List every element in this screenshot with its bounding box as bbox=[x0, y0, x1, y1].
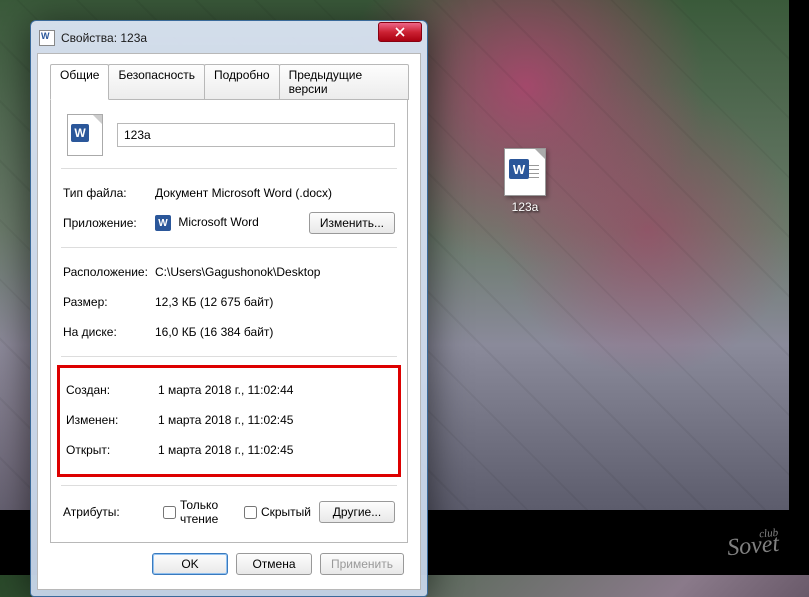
ok-button[interactable]: OK bbox=[152, 553, 228, 575]
titlebar[interactable]: Свойства: 123a bbox=[37, 27, 421, 53]
titlebar-text: Свойства: 123a bbox=[61, 31, 419, 45]
value-size-on-disk: 16,0 КБ (16 384 байт) bbox=[155, 325, 395, 339]
tab-general[interactable]: Общие bbox=[50, 64, 109, 100]
value-size: 12,3 КБ (12 675 байт) bbox=[155, 295, 395, 309]
hidden-checkbox-input[interactable] bbox=[244, 506, 257, 519]
close-icon bbox=[395, 27, 405, 37]
value-location: C:\Users\Gagushonok\Desktop bbox=[155, 265, 395, 279]
label-modified: Изменен: bbox=[66, 413, 158, 427]
cancel-button[interactable]: Отмена bbox=[236, 553, 312, 575]
label-app: Приложение: bbox=[63, 216, 155, 230]
separator bbox=[61, 168, 397, 169]
readonly-checkbox-input[interactable] bbox=[163, 506, 176, 519]
letterbox-right bbox=[789, 0, 809, 575]
separator bbox=[61, 485, 397, 486]
value-app: W Microsoft Word bbox=[155, 215, 309, 231]
value-accessed: 1 марта 2018 г., 11:02:45 bbox=[158, 443, 392, 457]
titlebar-word-icon bbox=[39, 30, 55, 46]
annotation-highlight: Создан: 1 марта 2018 г., 11:02:44 Измене… bbox=[57, 365, 401, 477]
readonly-checkbox[interactable]: Только чтение bbox=[163, 498, 222, 526]
value-filetype: Документ Microsoft Word (.docx) bbox=[155, 186, 395, 200]
label-location: Расположение: bbox=[63, 265, 155, 279]
hidden-checkbox[interactable]: Скрытый bbox=[244, 505, 311, 519]
tab-strip: Общие Безопасность Подробно Предыдущие в… bbox=[50, 64, 408, 100]
advanced-attributes-button[interactable]: Другие... bbox=[319, 501, 395, 523]
label-filetype: Тип файла: bbox=[63, 186, 155, 200]
label-attributes: Атрибуты: bbox=[63, 505, 155, 519]
label-created: Создан: bbox=[66, 383, 158, 397]
tab-panel-general: W Тип файла: Документ Microsoft Word (.d… bbox=[50, 99, 408, 543]
change-app-button[interactable]: Изменить... bbox=[309, 212, 395, 234]
label-size-on-disk: На диске: bbox=[63, 325, 155, 339]
close-button[interactable] bbox=[378, 22, 422, 42]
tab-details[interactable]: Подробно bbox=[204, 64, 280, 100]
separator bbox=[61, 356, 397, 357]
tab-previous-versions[interactable]: Предыдущие версии bbox=[279, 64, 409, 100]
desktop-file-label: 123a bbox=[490, 200, 560, 214]
filename-input[interactable] bbox=[117, 123, 395, 147]
apply-button[interactable]: Применить bbox=[320, 553, 404, 575]
word-app-icon: W bbox=[155, 215, 171, 231]
value-created: 1 марта 2018 г., 11:02:44 bbox=[158, 383, 392, 397]
separator bbox=[61, 247, 397, 248]
file-type-icon: W bbox=[67, 114, 103, 156]
label-size: Размер: bbox=[63, 295, 155, 309]
value-modified: 1 марта 2018 г., 11:02:45 bbox=[158, 413, 392, 427]
desktop-file-icon[interactable]: W 123a bbox=[490, 148, 560, 214]
properties-dialog: Свойства: 123a Общие Безопасность Подроб… bbox=[30, 20, 428, 597]
watermark: club Sovet bbox=[726, 527, 780, 562]
label-accessed: Открыт: bbox=[66, 443, 158, 457]
tab-security[interactable]: Безопасность bbox=[108, 64, 205, 100]
word-document-icon: W bbox=[504, 148, 546, 196]
